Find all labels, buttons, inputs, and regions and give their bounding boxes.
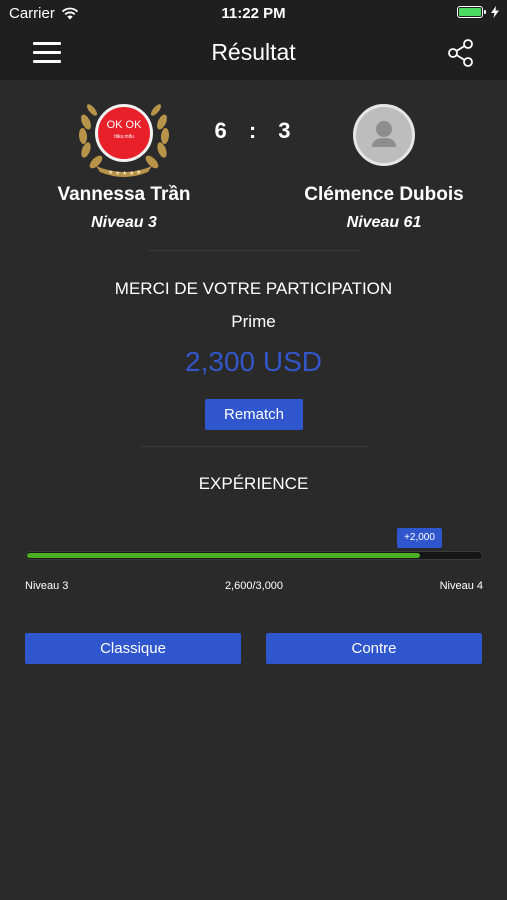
player-left: ★ ★ ★ ★ ★ OK OK ttiks.mifu Vannessa Trần Niv… [24, 92, 224, 232]
page-title: Résultat [211, 39, 296, 65]
player-right: Clémence Dubois Niveau 61 [284, 92, 484, 232]
experience-to-level: Niveau 4 [439, 580, 483, 592]
svg-text:★: ★ [108, 169, 113, 176]
experience-labels: Niveau 3 2,600/3,000 Niveau 4 [25, 580, 483, 594]
divider [148, 250, 360, 251]
status-right [457, 6, 499, 18]
user-placeholder-icon [372, 121, 396, 147]
score-separator: : [248, 118, 258, 143]
player-right-avatar[interactable] [353, 104, 415, 166]
player-left-level: Niveau 3 [91, 214, 157, 231]
status-time: 11:22 PM [221, 5, 286, 22]
player-right-name: Clémence Dubois [304, 184, 464, 205]
experience-title: EXPÉRIENCE [198, 474, 309, 493]
svg-text:★: ★ [115, 170, 120, 177]
experience-progress-bar [25, 551, 483, 560]
svg-text:★: ★ [136, 169, 141, 176]
experience-progress-text: 2,600/3,000 [224, 580, 284, 592]
share-button[interactable] [447, 38, 475, 68]
rematch-button[interactable]: Rematch [205, 399, 303, 430]
player-left-name: Vannessa Trần [57, 184, 191, 205]
charging-icon [491, 6, 499, 18]
experience-progress-fill [27, 553, 420, 558]
player-left-avatar[interactable]: ★ ★ ★ ★ ★ OK OK ttiks.mifu [74, 96, 174, 178]
score-left: 6 [214, 118, 228, 143]
status-bar: Carrier 11:22 PM [0, 0, 507, 28]
classic-mode-button[interactable]: Classique [25, 633, 241, 664]
share-icon [448, 39, 473, 67]
versus-mode-button[interactable]: Contre [266, 633, 482, 664]
prize-amount: 2,300 USD [185, 346, 322, 377]
nav-bar: Résultat [0, 28, 507, 80]
prize-label: Prime [231, 312, 276, 331]
badge-logo: OK OK ttiks.mifu [95, 104, 153, 162]
svg-text:★: ★ [129, 170, 134, 177]
experience-gain-badge: +2,000 [397, 528, 442, 548]
battery-icon [457, 6, 486, 18]
thanks-message: MERCI DE VOTRE PARTICIPATION [114, 279, 393, 298]
svg-text:★: ★ [122, 170, 127, 177]
divider [140, 446, 368, 447]
player-right-level: Niveau 61 [346, 214, 422, 231]
